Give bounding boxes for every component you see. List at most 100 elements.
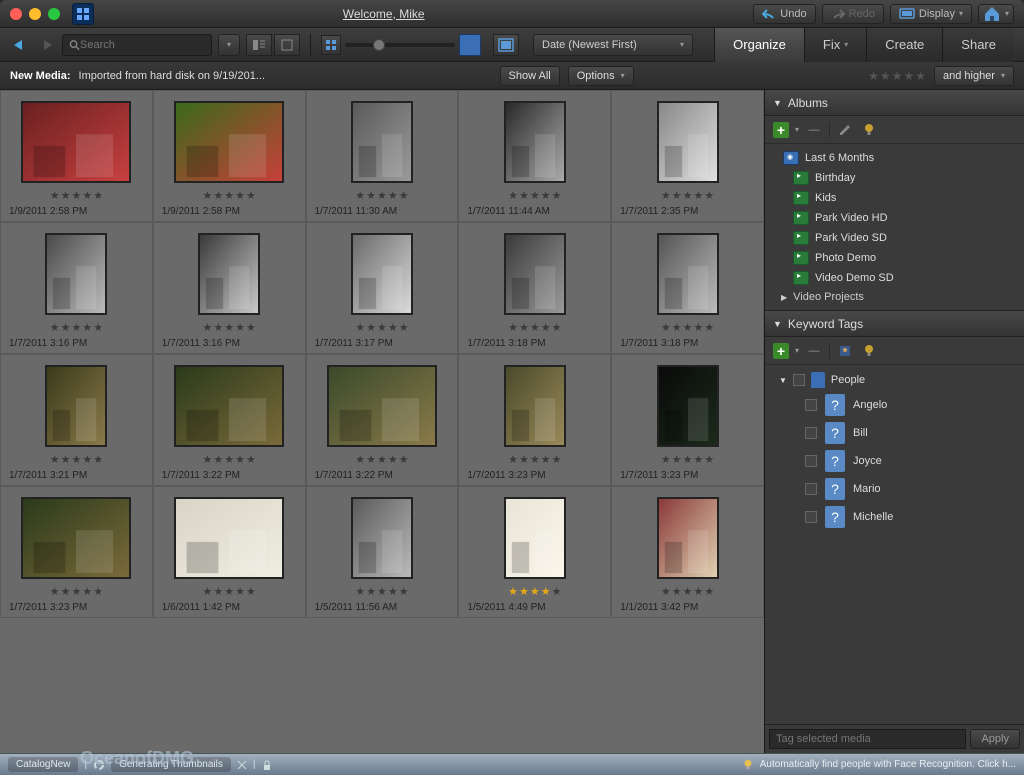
home-button[interactable]: ▾ — [978, 4, 1014, 24]
rating-stars[interactable]: ★★★★★ — [508, 453, 561, 466]
tag-checkbox[interactable] — [805, 427, 817, 439]
tag-item[interactable]: ?Angelo — [765, 391, 1024, 419]
tag-checkbox[interactable] — [805, 511, 817, 523]
rating-stars[interactable]: ★★★★★ — [508, 189, 561, 202]
thumbnail-cell[interactable]: ★★★★★ 1/7/2011 11:30 AM — [306, 90, 459, 222]
edit-album-button[interactable] — [836, 121, 854, 139]
tag-checkbox[interactable] — [805, 455, 817, 467]
view-single-button[interactable] — [274, 34, 300, 56]
thumbnail-cell[interactable]: ★★★★★ 1/7/2011 3:23 PM — [611, 354, 764, 486]
album-item[interactable]: Birthday — [765, 168, 1024, 188]
tag-item[interactable]: ?Bill — [765, 419, 1024, 447]
chevron-down-icon[interactable]: ▾ — [795, 346, 799, 355]
rating-stars[interactable]: ★★★★★ — [50, 585, 103, 598]
add-album-button[interactable]: + — [773, 122, 789, 138]
search-dropdown[interactable]: ▾ — [218, 34, 240, 56]
apply-tag-button[interactable]: Apply — [970, 729, 1020, 749]
tag-item[interactable]: ?Michelle — [765, 503, 1024, 531]
tab-fix[interactable]: Fix▾ — [804, 28, 866, 62]
cancel-task-icon[interactable] — [237, 760, 247, 770]
rating-mode-dropdown[interactable]: and higher ▾ — [934, 66, 1014, 86]
nav-back-button[interactable] — [10, 35, 30, 55]
thumbnail-cell[interactable]: ★★★★★ 1/7/2011 3:18 PM — [458, 222, 611, 354]
smart-album-last6months[interactable]: Last 6 Months — [765, 148, 1024, 168]
thumbnail-cell[interactable]: ★★★★★ 1/9/2011 2:58 PM — [0, 90, 153, 222]
thumbnail-cell[interactable]: ★★★★★ 1/7/2011 3:22 PM — [153, 354, 306, 486]
rating-stars[interactable]: ★★★★★ — [203, 585, 256, 598]
thumbnail-cell[interactable]: ★★★★★ 1/5/2011 11:56 AM — [306, 486, 459, 618]
view-detail-button[interactable] — [246, 34, 272, 56]
thumbnail-cell[interactable]: ★★★★★ 1/7/2011 2:35 PM — [611, 90, 764, 222]
tab-share[interactable]: Share — [942, 28, 1014, 62]
thumbnail-cell[interactable]: ★★★★★ 1/7/2011 3:21 PM — [0, 354, 153, 486]
album-item[interactable]: Park Video SD — [765, 228, 1024, 248]
keywords-panel-header[interactable]: ▼ Keyword Tags — [765, 311, 1024, 337]
rating-stars[interactable]: ★★★★★ — [355, 321, 408, 334]
tag-checkbox[interactable] — [793, 374, 805, 386]
thumbnail-cell[interactable]: ★★★★★ 1/6/2011 1:42 PM — [153, 486, 306, 618]
zoom-large-icon[interactable] — [459, 34, 481, 56]
thumbnail-cell[interactable]: ★★★★★ 1/7/2011 11:44 AM — [458, 90, 611, 222]
thumbnail-cell[interactable]: ★★★★★ 1/7/2011 3:22 PM — [306, 354, 459, 486]
rating-stars[interactable]: ★★★★★ — [661, 585, 714, 598]
zoom-slider[interactable] — [345, 43, 455, 47]
tag-checkbox[interactable] — [805, 483, 817, 495]
remove-tag-button[interactable]: — — [805, 342, 823, 360]
rating-filter[interactable]: ★★★★★ — [868, 69, 926, 83]
options-dropdown[interactable]: Options ▾ — [568, 66, 634, 86]
thumbnail-grid-wrap[interactable]: ★★★★★ 1/9/2011 2:58 PM ★★★★★ 1/9/2011 2:… — [0, 90, 764, 753]
add-tag-button[interactable]: + — [773, 343, 789, 359]
thumbnail-cell[interactable]: ★★★★★ 1/1/2011 3:42 PM — [611, 486, 764, 618]
display-menu[interactable]: Display ▾ — [890, 4, 972, 24]
rating-stars[interactable]: ★★★★★ — [661, 321, 714, 334]
thumbnail-cell[interactable]: ★★★★★ 1/7/2011 3:16 PM — [153, 222, 306, 354]
status-tip[interactable]: Automatically find people with Face Reco… — [760, 759, 1016, 770]
catalog-name[interactable]: CatalogNew — [8, 757, 78, 772]
undo-button[interactable]: Undo — [753, 4, 815, 24]
album-item[interactable]: Park Video HD — [765, 208, 1024, 228]
tag-checkbox[interactable] — [805, 399, 817, 411]
rating-stars[interactable]: ★★★★★ — [203, 321, 256, 334]
search-input[interactable] — [80, 39, 205, 51]
tag-tips-button[interactable] — [860, 342, 878, 360]
thumbnail-cell[interactable]: ★★★★★ 1/9/2011 2:58 PM — [153, 90, 306, 222]
rating-stars[interactable]: ★★★★★ — [50, 453, 103, 466]
sort-dropdown[interactable]: Date (Newest First) ▾ — [533, 34, 693, 56]
rating-stars[interactable]: ★★★★★ — [355, 453, 408, 466]
rating-stars[interactable]: ★★★★★ — [508, 585, 561, 598]
zoom-small-icon[interactable] — [321, 35, 341, 55]
albums-panel-header[interactable]: ▼ Albums — [765, 90, 1024, 116]
search-field-wrap[interactable] — [62, 34, 212, 56]
zoom-slider-knob[interactable] — [373, 39, 385, 51]
tab-create[interactable]: Create — [866, 28, 942, 62]
album-item[interactable]: Kids — [765, 188, 1024, 208]
rating-stars[interactable]: ★★★★★ — [203, 453, 256, 466]
nav-forward-button[interactable] — [36, 35, 56, 55]
thumbnail-cell[interactable]: ★★★★★ 1/7/2011 3:16 PM — [0, 222, 153, 354]
thumbnail-cell[interactable]: ★★★★★ 1/7/2011 3:18 PM — [611, 222, 764, 354]
thumbnail-cell[interactable]: ★★★★★ 1/7/2011 3:23 PM — [458, 354, 611, 486]
album-folder-video-projects[interactable]: ▶ Video Projects — [765, 288, 1024, 306]
album-item[interactable]: Video Demo SD — [765, 268, 1024, 288]
tag-group-people[interactable]: ▼ People — [765, 369, 1024, 391]
rating-stars[interactable]: ★★★★★ — [50, 189, 103, 202]
rating-stars[interactable]: ★★★★★ — [203, 189, 256, 202]
tab-organize[interactable]: Organize — [714, 28, 804, 62]
people-recognition-button[interactable] — [836, 342, 854, 360]
rating-stars[interactable]: ★★★★★ — [661, 189, 714, 202]
redo-button[interactable]: Redo — [822, 4, 884, 24]
rating-stars[interactable]: ★★★★★ — [508, 321, 561, 334]
rating-stars[interactable]: ★★★★★ — [355, 189, 408, 202]
chevron-down-icon[interactable]: ▾ — [795, 125, 799, 134]
thumbnail-cell[interactable]: ★★★★★ 1/7/2011 3:23 PM — [0, 486, 153, 618]
tag-item[interactable]: ?Mario — [765, 475, 1024, 503]
tag-input[interactable] — [769, 729, 966, 749]
rating-stars[interactable]: ★★★★★ — [50, 321, 103, 334]
rating-stars[interactable]: ★★★★★ — [661, 453, 714, 466]
remove-album-button[interactable]: — — [805, 121, 823, 139]
tag-item[interactable]: ?Joyce — [765, 447, 1024, 475]
thumbnail-cell[interactable]: ★★★★★ 1/5/2011 4:49 PM — [458, 486, 611, 618]
welcome-link[interactable]: Welcome, Mike — [14, 7, 753, 21]
album-item[interactable]: Photo Demo — [765, 248, 1024, 268]
fullscreen-button[interactable] — [493, 34, 519, 56]
